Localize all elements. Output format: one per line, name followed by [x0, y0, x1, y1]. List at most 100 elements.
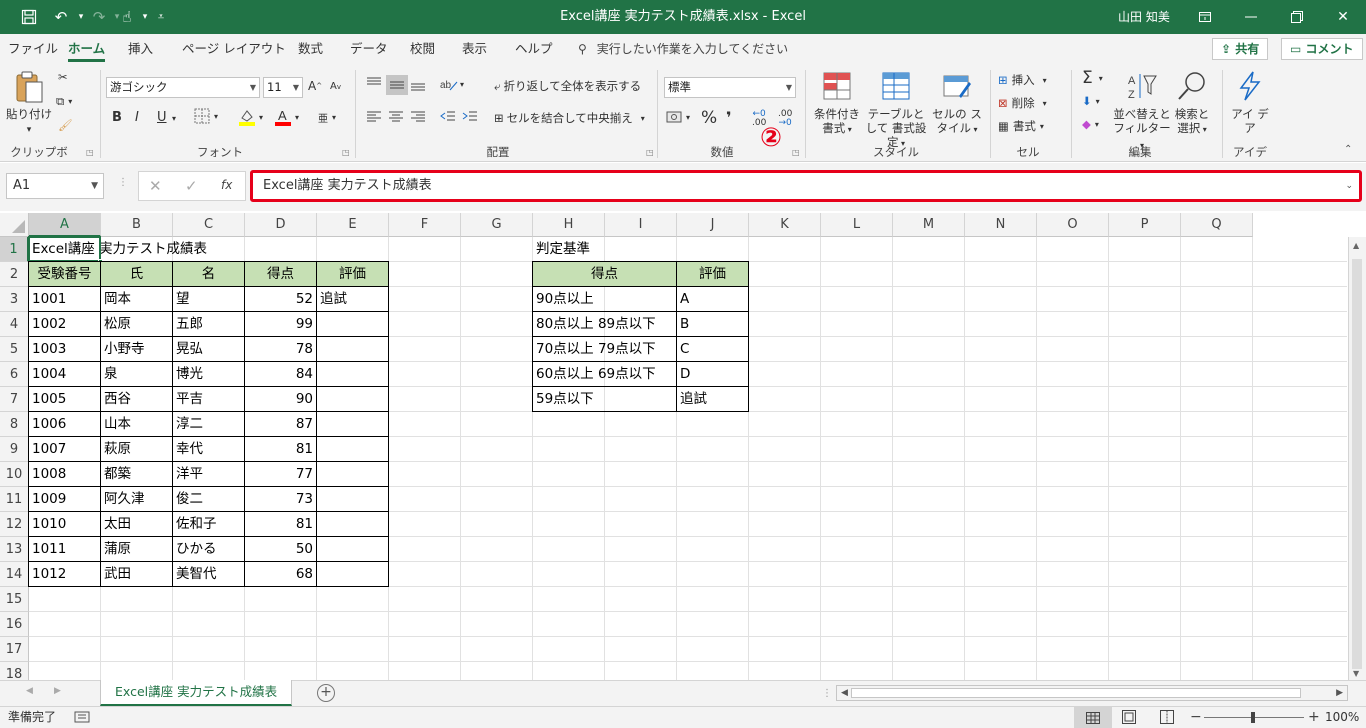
row-header[interactable]: 1 [0, 237, 29, 262]
last-name-cell[interactable]: 都築 [101, 462, 173, 487]
grade-cell[interactable] [317, 462, 389, 487]
italic-button[interactable]: I [135, 110, 139, 125]
restore-icon[interactable] [1274, 0, 1320, 34]
column-header[interactable]: D [245, 213, 317, 237]
first-name-cell[interactable]: 五郎 [173, 312, 245, 337]
exam-number-cell[interactable]: 1009 [29, 487, 101, 512]
zoom-level[interactable]: 100% [1325, 707, 1359, 728]
column-header[interactable]: P [1109, 213, 1181, 237]
last-name-cell[interactable]: 山本 [101, 412, 173, 437]
orientation-icon[interactable]: ab ▾ [440, 76, 464, 92]
ribbon-display-icon[interactable] [1182, 0, 1228, 34]
select-all-corner[interactable] [0, 213, 29, 237]
exam-number-cell[interactable]: 1008 [29, 462, 101, 487]
scroll-right-icon[interactable]: ▶ [1336, 686, 1343, 700]
tab-formulas[interactable]: 数式 [298, 34, 323, 64]
column-header[interactable]: F [389, 213, 461, 237]
insert-function-icon[interactable]: fx [221, 178, 232, 192]
next-sheet-icon[interactable]: ▶ [54, 686, 61, 696]
score-cell[interactable]: 99 [245, 312, 317, 337]
find-select-button[interactable]: 検索と 選択 ▾ [1172, 70, 1212, 137]
redo-icon[interactable]: ↷ [88, 0, 110, 34]
share-button[interactable]: ⇪ 共有 [1212, 38, 1269, 60]
sort-filter-button[interactable]: AZ 並べ替えと フィルター ▾ [1112, 70, 1172, 153]
column-header[interactable]: E [317, 213, 389, 237]
grade-cell[interactable] [317, 362, 389, 387]
grade-cell[interactable] [317, 337, 389, 362]
row-header[interactable]: 2 [0, 262, 29, 287]
fill-icon[interactable]: ⬇ ▾ [1082, 94, 1100, 108]
column-header[interactable]: H [533, 213, 605, 237]
row-header[interactable]: 11 [0, 487, 29, 512]
comma-button[interactable]: ❜ [726, 108, 732, 127]
font-size-combo[interactable]: 11 ▼ [263, 77, 303, 98]
copy-icon[interactable]: ⧉ ▾ [56, 94, 72, 109]
table-header-cell[interactable]: 名 [173, 262, 245, 287]
score-cell[interactable]: 68 [245, 562, 317, 587]
clear-icon[interactable]: ◆ ▾ [1082, 117, 1099, 131]
sheet-tab-active[interactable]: Excel講座 実力テスト成績表 [100, 680, 293, 706]
align-top-icon[interactable] [366, 77, 382, 91]
table-header-cell[interactable]: 得点 [245, 262, 317, 287]
row-header[interactable]: 5 [0, 337, 29, 362]
criteria-range-cell[interactable]: 80点以上 89点以下 [533, 312, 677, 337]
macro-record-icon[interactable] [74, 710, 90, 727]
horizontal-scroll-thumb[interactable] [851, 688, 1301, 698]
criteria-grade-cell[interactable]: D [677, 362, 749, 387]
increase-indent-icon[interactable] [462, 110, 478, 124]
criteria-grade-cell[interactable]: B [677, 312, 749, 337]
insert-cells-button[interactable]: ⊞ 挿入 ▾ [998, 72, 1047, 88]
last-name-cell[interactable]: 小野寺 [101, 337, 173, 362]
vertical-scrollbar[interactable]: ▲ ▼ [1348, 237, 1366, 680]
criteria-range-cell[interactable]: 60点以上 69点以下 [533, 362, 677, 387]
criteria-grade-cell[interactable]: 追試 [677, 387, 749, 412]
table-header-cell[interactable]: 氏 [101, 262, 173, 287]
tab-file[interactable]: ファイル [8, 34, 58, 64]
user-name[interactable]: 山田 知美 [1118, 0, 1170, 34]
row-header[interactable]: 13 [0, 537, 29, 562]
font-color-icon[interactable]: A ▾ [274, 108, 299, 126]
column-header[interactable]: C [173, 213, 245, 237]
score-cell[interactable]: 90 [245, 387, 317, 412]
last-name-cell[interactable]: 蒲原 [101, 537, 173, 562]
exam-number-cell[interactable]: 1005 [29, 387, 101, 412]
ideas-button[interactable]: アイ デア [1230, 70, 1270, 135]
last-name-cell[interactable]: 太田 [101, 512, 173, 537]
row-header[interactable]: 9 [0, 437, 29, 462]
font-name-combo[interactable]: 游ゴシック ▼ [106, 77, 260, 98]
page-layout-view-icon[interactable] [1122, 710, 1136, 727]
exam-number-cell[interactable]: 1012 [29, 562, 101, 587]
exam-number-cell[interactable]: 1011 [29, 537, 101, 562]
number-format-combo[interactable]: 標準 ▼ [664, 77, 796, 98]
align-left-icon[interactable] [366, 110, 382, 124]
wrap-text-button[interactable]: ⤶ 折り返して全体を表示する [494, 78, 641, 94]
criteria-header-cell[interactable]: 評価 [677, 262, 749, 287]
zoom-slider-thumb[interactable] [1251, 712, 1255, 723]
add-sheet-icon[interactable]: + [317, 684, 335, 702]
exam-number-cell[interactable]: 1007 [29, 437, 101, 462]
close-icon[interactable]: ✕ [1320, 0, 1366, 34]
tab-review[interactable]: 校閲 [410, 34, 435, 64]
tab-view[interactable]: 表示 [462, 34, 487, 64]
row-header[interactable]: 15 [0, 587, 29, 612]
underline-dropdown-icon[interactable]: ▾ [172, 114, 176, 123]
minimize-icon[interactable] [1228, 0, 1274, 34]
percent-button[interactable]: % [701, 108, 717, 128]
zoom-in-icon[interactable]: + [1308, 707, 1320, 728]
score-cell[interactable]: 52 [245, 287, 317, 312]
align-center-icon[interactable] [388, 110, 404, 124]
prev-sheet-icon[interactable]: ◀ [26, 686, 33, 696]
zoom-slider[interactable] [1204, 712, 1304, 723]
first-name-cell[interactable]: 淳二 [173, 412, 245, 437]
column-header[interactable]: B [101, 213, 173, 237]
grade-cell[interactable] [317, 312, 389, 337]
last-name-cell[interactable]: 武田 [101, 562, 173, 587]
scroll-down-icon[interactable]: ▼ [1353, 669, 1362, 679]
first-name-cell[interactable]: 望 [173, 287, 245, 312]
align-right-icon[interactable] [410, 110, 426, 124]
undo-dropdown-icon[interactable]: ▾ [74, 0, 88, 34]
clipboard-launcher-icon[interactable]: ◳ [86, 148, 94, 157]
grade-cell[interactable]: 追試 [317, 287, 389, 312]
grade-cell[interactable] [317, 562, 389, 587]
tab-page-layout[interactable]: ページ レイアウト [182, 34, 286, 64]
